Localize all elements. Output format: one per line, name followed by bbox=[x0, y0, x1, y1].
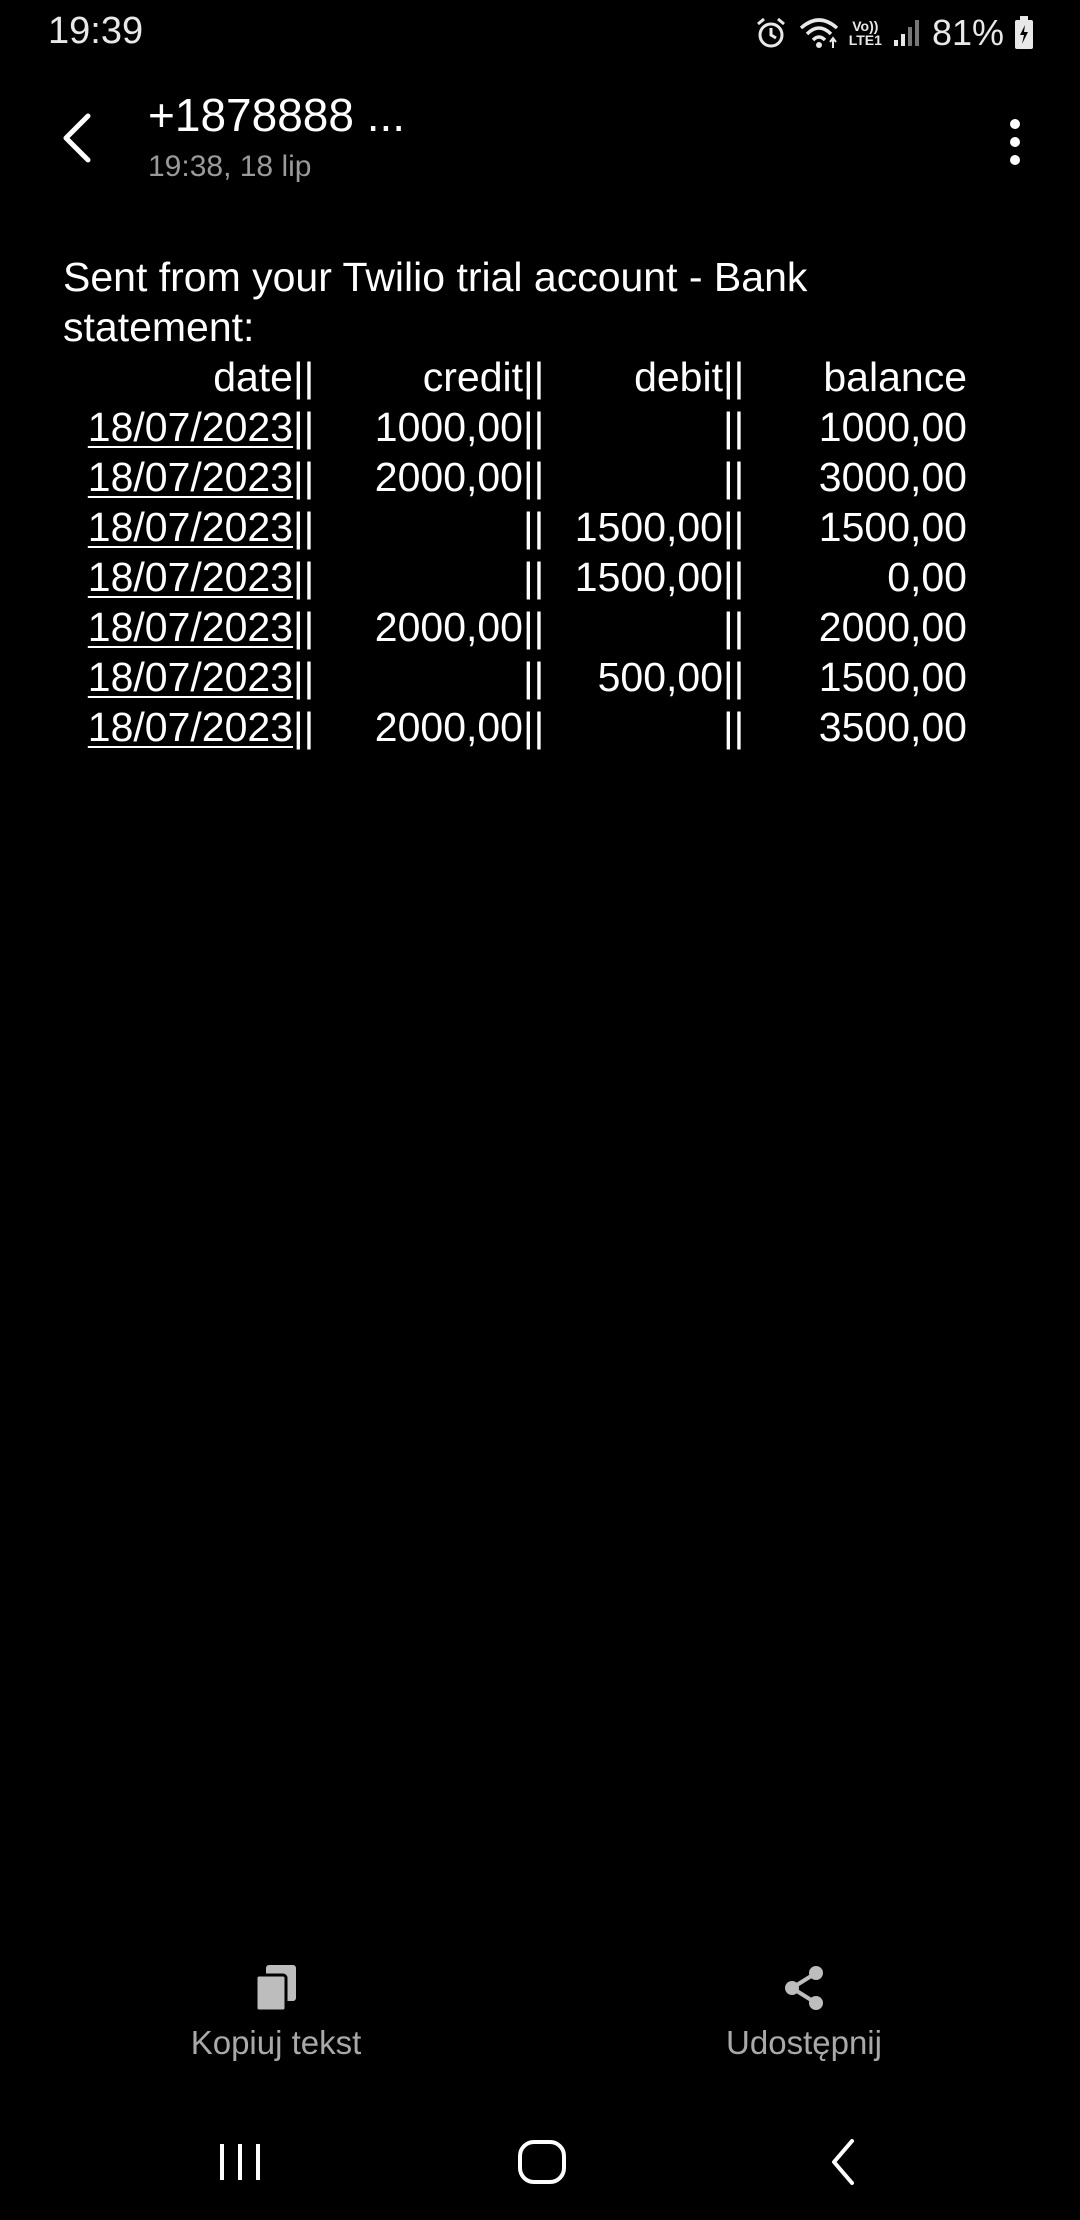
statement-balance: 2000,00 bbox=[818, 604, 967, 650]
separator: || bbox=[523, 454, 545, 500]
statement-row: 18/07/2023 || 2000,00 || || 2000,00 bbox=[63, 602, 967, 652]
separator: || bbox=[523, 404, 545, 450]
conversation-header: +1878888 ... 19:38, 18 lip bbox=[0, 80, 1080, 210]
recents-icon bbox=[220, 2144, 260, 2180]
statement-credit: 2000,00 bbox=[374, 454, 523, 500]
separator: || bbox=[523, 354, 545, 400]
battery-charging-icon bbox=[1014, 16, 1034, 50]
statement-debit: 1500,00 bbox=[574, 554, 723, 600]
statement-date-link[interactable]: 18/07/2023 bbox=[63, 602, 293, 652]
statement-debit bbox=[561, 602, 723, 652]
separator: || bbox=[723, 454, 745, 500]
statement-date-link[interactable]: 18/07/2023 bbox=[63, 702, 293, 752]
home-icon bbox=[518, 2140, 566, 2184]
wifi-icon bbox=[799, 16, 839, 50]
statement-debit: 500,00 bbox=[597, 654, 723, 700]
statement-debit bbox=[561, 452, 723, 502]
statement-balance: 3500,00 bbox=[818, 704, 967, 750]
statement-debit bbox=[561, 402, 723, 452]
statement-row: 18/07/2023 || || 500,00 || 1500,00 bbox=[63, 652, 967, 702]
separator: || bbox=[293, 554, 315, 600]
message-timestamp: 19:38, 18 lip bbox=[148, 150, 312, 183]
share-button[interactable]: Udostępnij bbox=[654, 1960, 954, 2090]
statement-table: date || credit || debit || balance 18/07… bbox=[63, 352, 967, 752]
message-body[interactable]: Sent from your Twilio trial account - Ba… bbox=[63, 252, 1003, 752]
separator: || bbox=[523, 554, 545, 600]
separator: || bbox=[293, 404, 315, 450]
statement-date-link[interactable]: 18/07/2023 bbox=[63, 502, 293, 552]
separator: || bbox=[723, 504, 745, 550]
back-chevron-icon bbox=[832, 2139, 854, 2185]
statement-balance: 1000,00 bbox=[818, 404, 967, 450]
statement-row: 18/07/2023 || 1000,00 || || 1000,00 bbox=[63, 402, 967, 452]
system-back-button[interactable] bbox=[804, 2132, 884, 2192]
statement-row: 18/07/2023 || || 1500,00 || 1500,00 bbox=[63, 502, 967, 552]
separator: || bbox=[523, 604, 545, 650]
alarm-icon bbox=[753, 15, 789, 51]
share-icon bbox=[780, 1960, 828, 2016]
battery-percentage: 81% bbox=[931, 12, 1004, 53]
separator: || bbox=[293, 654, 315, 700]
statement-debit: 1500,00 bbox=[574, 504, 723, 550]
statement-date-link[interactable]: 18/07/2023 bbox=[63, 402, 293, 452]
status-bar: 19:39 Vo)) LTE1 81% bbox=[0, 0, 1080, 66]
more-options-button[interactable] bbox=[990, 110, 1040, 174]
separator: || bbox=[723, 554, 745, 600]
statement-debit bbox=[561, 702, 723, 752]
share-label: Udostępnij bbox=[726, 2024, 882, 2061]
header-date: date bbox=[213, 354, 293, 400]
statement-balance: 1500,00 bbox=[818, 654, 967, 700]
statement-balance: 1500,00 bbox=[818, 504, 967, 550]
header-credit: credit bbox=[422, 354, 523, 400]
status-icons: Vo)) LTE1 81% bbox=[753, 10, 1034, 56]
back-button[interactable] bbox=[46, 106, 110, 170]
more-vertical-icon bbox=[1010, 119, 1020, 165]
separator: || bbox=[293, 504, 315, 550]
statement-date-link[interactable]: 18/07/2023 bbox=[63, 652, 293, 702]
statement-balance: 3000,00 bbox=[818, 454, 967, 500]
statement-credit: 1000,00 bbox=[374, 404, 523, 450]
separator: || bbox=[293, 454, 315, 500]
home-button[interactable] bbox=[502, 2132, 582, 2192]
separator: || bbox=[293, 604, 315, 650]
separator: || bbox=[723, 354, 745, 400]
contact-name[interactable]: +1878888 ... bbox=[148, 88, 405, 142]
separator: || bbox=[523, 704, 545, 750]
statement-row: 18/07/2023 || 2000,00 || || 3000,00 bbox=[63, 452, 967, 502]
status-time: 19:39 bbox=[48, 10, 144, 52]
separator: || bbox=[723, 704, 745, 750]
back-arrow-icon bbox=[63, 113, 91, 163]
separator: || bbox=[723, 604, 745, 650]
separator: || bbox=[723, 404, 745, 450]
statement-balance: 0,00 bbox=[887, 554, 967, 600]
message-intro: Sent from your Twilio trial account - Ba… bbox=[63, 254, 808, 350]
copy-text-button[interactable]: Kopiuj tekst bbox=[126, 1960, 426, 2090]
statement-row: 18/07/2023 || || 1500,00 || 0,00 bbox=[63, 552, 967, 602]
system-navigation-bar bbox=[0, 2100, 1080, 2220]
copy-icon bbox=[252, 1960, 300, 2016]
volte-lte-icon: Vo)) LTE1 bbox=[849, 19, 882, 47]
volte-bottom-label: LTE1 bbox=[848, 32, 882, 48]
separator: || bbox=[293, 354, 315, 400]
statement-date-link[interactable]: 18/07/2023 bbox=[63, 552, 293, 602]
statement-credit: 2000,00 bbox=[374, 704, 523, 750]
header-debit: debit bbox=[634, 354, 723, 400]
signal-icon bbox=[892, 18, 922, 48]
recent-apps-button[interactable] bbox=[200, 2132, 280, 2192]
copy-text-label: Kopiuj tekst bbox=[190, 2024, 362, 2061]
statement-credit: 2000,00 bbox=[374, 604, 523, 650]
statement-header-row: date || credit || debit || balance bbox=[63, 352, 967, 402]
statement-row: 18/07/2023 || 2000,00 || || 3500,00 bbox=[63, 702, 967, 752]
separator: || bbox=[523, 504, 545, 550]
header-balance: balance bbox=[823, 354, 967, 400]
volte-top-label: Vo)) bbox=[852, 18, 879, 34]
statement-date-link[interactable]: 18/07/2023 bbox=[63, 452, 293, 502]
separator: || bbox=[523, 654, 545, 700]
bottom-actions: Kopiuj tekst Udostępnij bbox=[0, 1960, 1080, 2090]
statement-credit bbox=[323, 502, 523, 552]
statement-credit bbox=[323, 652, 523, 702]
separator: || bbox=[293, 704, 315, 750]
separator: || bbox=[723, 654, 745, 700]
statement-credit bbox=[323, 552, 523, 602]
